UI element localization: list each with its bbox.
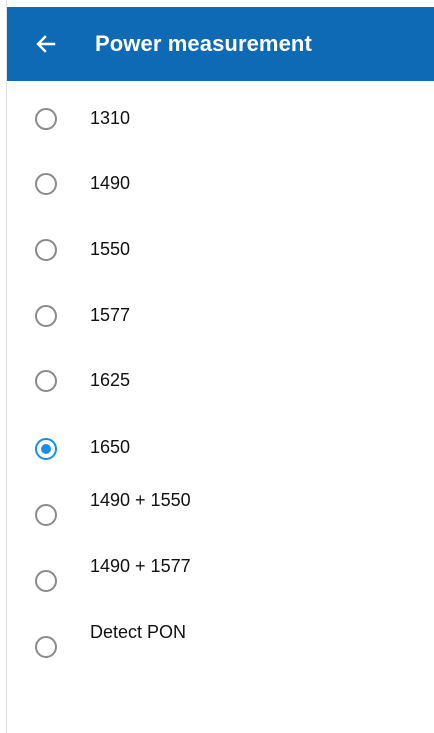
option-1490-1550[interactable]: 1490 + 1550 bbox=[7, 487, 434, 543]
option-label: 1650 bbox=[90, 437, 131, 457]
option-detect-pon[interactable]: Detect PON bbox=[7, 619, 434, 675]
radio-button[interactable] bbox=[35, 370, 57, 392]
option-label: 1310 bbox=[90, 108, 131, 128]
option-label: 1490 + 1550 bbox=[90, 490, 191, 510]
option-1550[interactable]: 1550 bbox=[7, 223, 434, 279]
power-measurement-screen: Power measurement 1310 1490 1550 1577 16… bbox=[0, 0, 434, 733]
radio-dot bbox=[41, 444, 51, 454]
option-1490[interactable]: 1490 bbox=[7, 157, 434, 213]
radio-button[interactable] bbox=[35, 570, 57, 592]
option-1625[interactable]: 1625 bbox=[7, 355, 434, 411]
option-label: 1550 bbox=[90, 239, 131, 259]
radio-button[interactable] bbox=[35, 108, 57, 130]
radio-button[interactable] bbox=[35, 173, 57, 195]
option-label: 1490 + 1577 bbox=[90, 556, 191, 576]
app-bar: Power measurement bbox=[7, 7, 434, 81]
radio-button-selected[interactable] bbox=[35, 438, 57, 460]
radio-button[interactable] bbox=[35, 239, 57, 261]
radio-button[interactable] bbox=[35, 305, 57, 327]
page-title: Power measurement bbox=[95, 31, 312, 56]
wavelength-options-list: 1310 1490 1550 1577 1625 1650 1490 + 155… bbox=[7, 81, 434, 733]
option-label: 1490 bbox=[90, 173, 131, 193]
radio-button[interactable] bbox=[35, 636, 57, 658]
option-label: Detect PON bbox=[90, 622, 187, 642]
back-button[interactable] bbox=[27, 25, 65, 63]
option-1310[interactable]: 1310 bbox=[7, 91, 434, 147]
option-label: 1625 bbox=[90, 370, 131, 390]
option-1490-1577[interactable]: 1490 + 1577 bbox=[7, 553, 434, 609]
radio-button[interactable] bbox=[35, 504, 57, 526]
option-label: 1577 bbox=[90, 305, 131, 325]
left-edge-divider bbox=[0, 0, 7, 733]
option-1577[interactable]: 1577 bbox=[7, 289, 434, 345]
option-1650[interactable]: 1650 bbox=[7, 421, 434, 477]
arrow-left-icon bbox=[34, 32, 58, 56]
